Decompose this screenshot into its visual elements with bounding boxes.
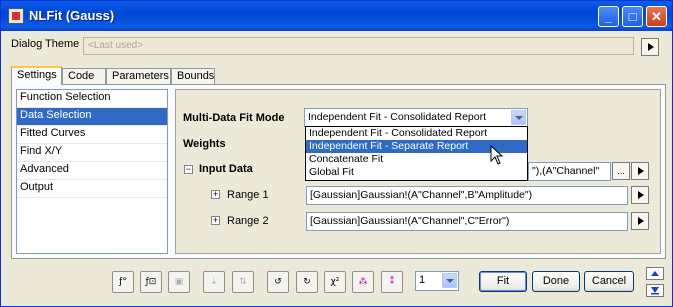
fit-button[interactable]: Fit xyxy=(479,271,527,292)
nav-item-find-xy[interactable]: Find X/Y xyxy=(17,144,167,162)
iteration-count-combo[interactable]: 1 xyxy=(415,271,459,291)
app-icon xyxy=(8,8,24,24)
tab-code[interactable]: Code xyxy=(62,68,106,84)
title-bar[interactable]: NLFit (Gauss) _ □ ✕ xyxy=(1,1,672,31)
input-data-browse-button[interactable]: ... xyxy=(612,162,630,180)
input-data-collapse-toggle[interactable]: − xyxy=(184,165,193,174)
close-button[interactable]: ✕ xyxy=(646,6,667,27)
iteration-count-value: 1 xyxy=(419,274,426,286)
input-data-menu-button[interactable] xyxy=(631,162,649,180)
multi-data-fit-mode-value: Independent Fit - Consolidated Report xyxy=(308,111,487,123)
range2-field[interactable]: [Gaussian]Gaussian!(A"Channel",C"Error") xyxy=(306,212,628,231)
input-data-label: Input Data xyxy=(199,163,253,175)
settings-nav: Function Selection Data Selection Fitted… xyxy=(16,89,168,254)
dialog-theme-label: Dialog Theme xyxy=(11,38,80,50)
save-icon[interactable]: ▣ xyxy=(168,271,190,293)
option-global-fit[interactable]: Global Fit xyxy=(306,166,527,179)
nav-item-data-selection[interactable]: Data Selection xyxy=(17,108,167,126)
rotate-p-icon[interactable]: ↺ xyxy=(267,271,289,293)
fit-func-icon[interactable]: ƒ⊡ xyxy=(140,271,162,293)
weights-label: Weights xyxy=(183,138,226,150)
sort-icon[interactable]: ⇅ xyxy=(232,271,254,293)
fit-until-converge-icon[interactable]: ⁑ xyxy=(381,271,403,293)
chevron-down-icon[interactable] xyxy=(442,273,457,288)
range2-label: Range 2 xyxy=(227,215,269,227)
multi-data-fit-mode-label: Multi-Data Fit Mode xyxy=(183,112,285,124)
range2-menu-button[interactable] xyxy=(631,212,649,230)
chi-square-icon[interactable]: χ² xyxy=(324,271,346,293)
nav-item-fitted-curves[interactable]: Fitted Curves xyxy=(17,126,167,144)
cancel-button[interactable]: Cancel xyxy=(584,271,634,292)
multi-data-fit-mode-combo[interactable]: Independent Fit - Consolidated Report xyxy=(304,108,528,127)
nlfit-dialog: NLFit (Gauss) _ □ ✕ Dialog Theme <Last u… xyxy=(0,0,673,307)
range1-field[interactable]: [Gaussian]Gaussian!(A"Channel",B"Amplitu… xyxy=(306,186,628,205)
theme-menu-button[interactable] xyxy=(641,38,659,56)
done-button[interactable]: Done xyxy=(532,271,580,292)
nav-item-advanced[interactable]: Advanced xyxy=(17,162,167,180)
tab-parameters[interactable]: Parameters xyxy=(106,68,171,84)
chevron-down-icon[interactable] xyxy=(511,110,526,125)
range1-label: Range 1 xyxy=(227,189,269,201)
expand-down-icon[interactable] xyxy=(646,284,664,297)
nav-item-function-selection[interactable]: Function Selection xyxy=(17,90,167,108)
nav-item-output[interactable]: Output xyxy=(17,180,167,198)
maximize-button[interactable]: □ xyxy=(622,6,643,27)
sort-down-icon[interactable]: ⇣ xyxy=(203,271,225,293)
collapse-up-icon[interactable] xyxy=(646,267,664,280)
dialog-theme-combo[interactable]: <Last used> xyxy=(83,37,634,55)
range1-menu-button[interactable] xyxy=(631,186,649,204)
range1-expand-toggle[interactable]: + xyxy=(211,190,220,199)
iterate-icon[interactable]: ⁂ xyxy=(352,271,374,293)
input-data-field[interactable]: "),(A"Channel" xyxy=(528,162,611,181)
tab-bounds[interactable]: Bounds xyxy=(171,68,215,84)
minimize-button[interactable]: _ xyxy=(598,6,619,27)
range2-expand-toggle[interactable]: + xyxy=(211,216,220,225)
rotate-s-icon[interactable]: ↻ xyxy=(296,271,318,293)
fit-param-icon[interactable]: ƒ° xyxy=(112,271,134,293)
window-title: NLFit (Gauss) xyxy=(29,8,115,23)
mouse-cursor-icon xyxy=(490,145,504,165)
option-independent-consolidated[interactable]: Independent Fit - Consolidated Report xyxy=(306,127,527,140)
tab-settings[interactable]: Settings xyxy=(11,66,62,85)
